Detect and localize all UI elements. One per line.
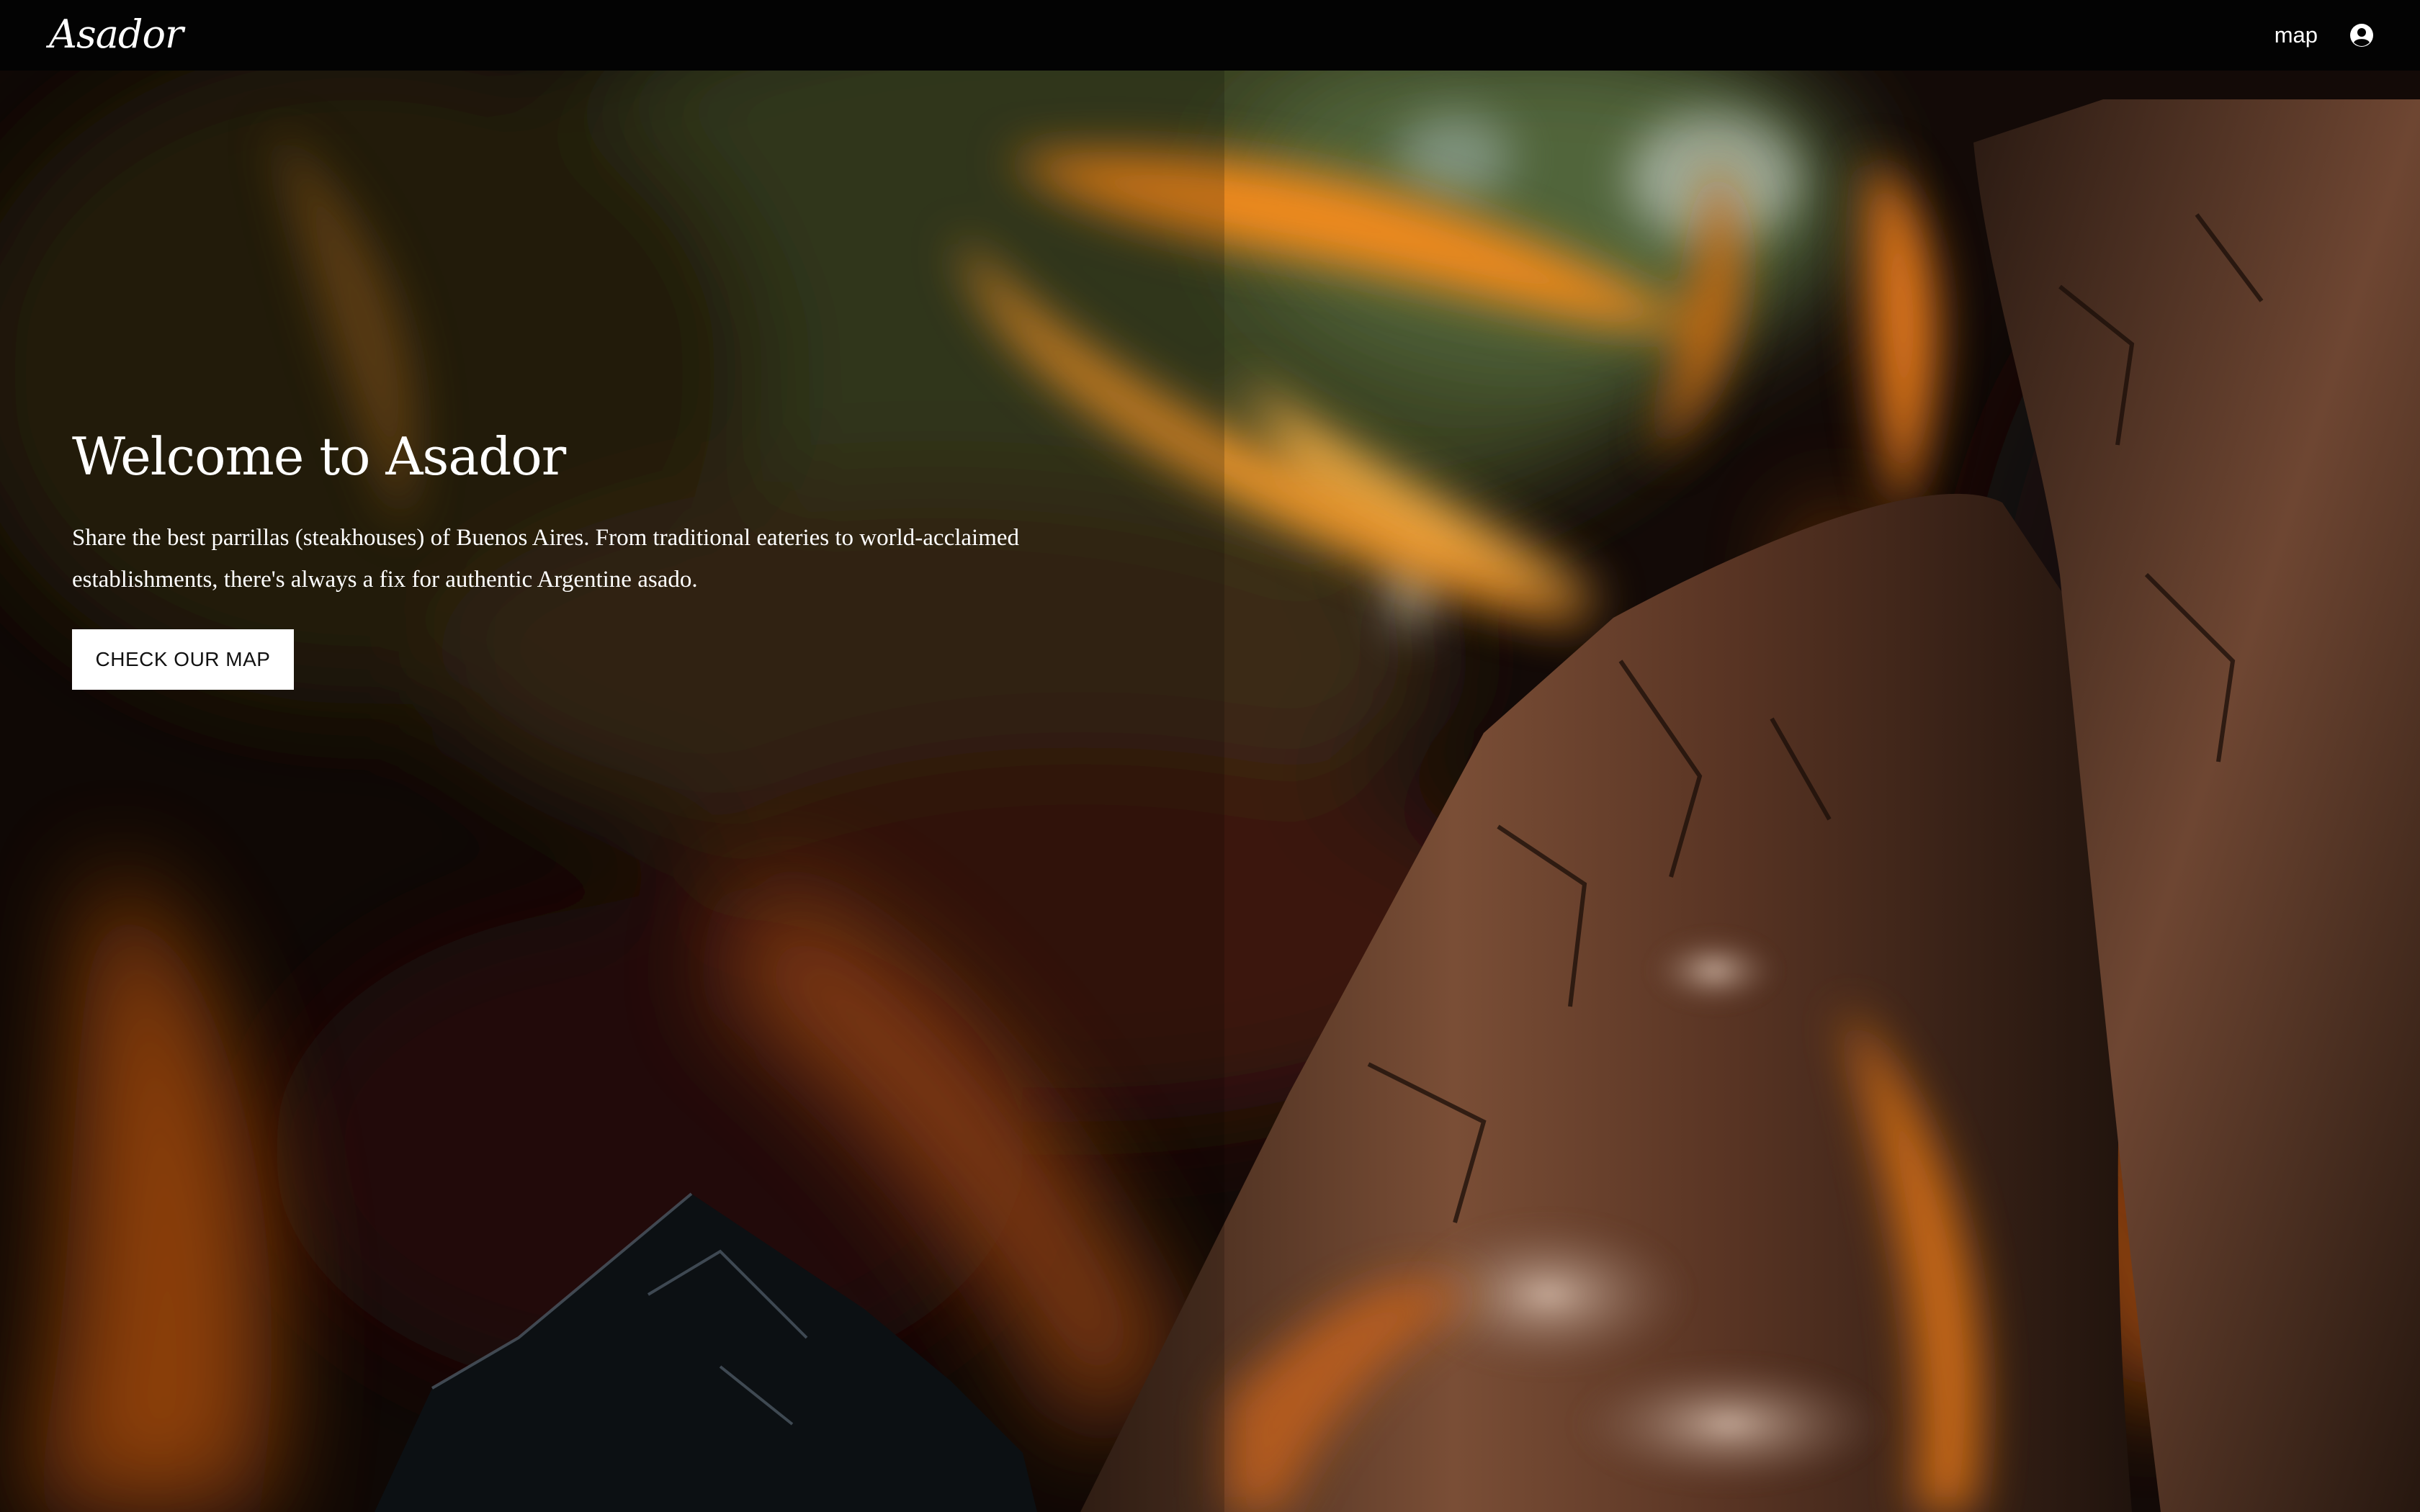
brand-logo[interactable]: Asador — [49, 9, 184, 60]
hero-content: Welcome to Asador Share the best parrill… — [72, 422, 1181, 690]
account-button[interactable] — [2349, 23, 2374, 48]
campfire-background-image — [0, 71, 2420, 1512]
user-circle-icon — [2350, 24, 2373, 47]
nav-link-map[interactable]: map — [2275, 22, 2318, 48]
top-navbar: Asador map — [0, 0, 2420, 71]
check-our-map-button[interactable]: CHECK OUR MAP — [72, 629, 294, 690]
nav-right: map — [2275, 0, 2374, 71]
hero-section: Welcome to Asador Share the best parrill… — [0, 71, 2420, 1512]
hero-description: Share the best parrillas (steakhouses) o… — [72, 525, 1020, 593]
hero-title: Welcome to Asador — [72, 426, 566, 487]
